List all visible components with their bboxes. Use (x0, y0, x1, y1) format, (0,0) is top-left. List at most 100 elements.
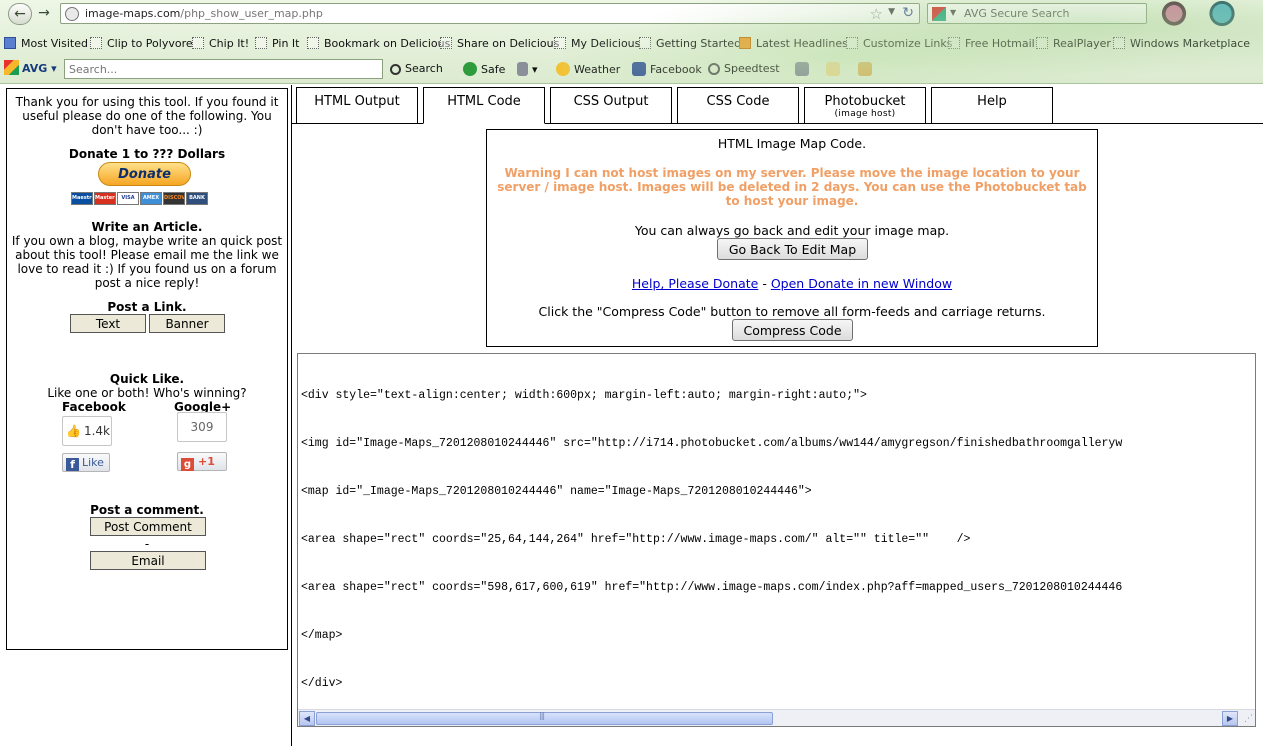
quick-like-heading: Quick Like. (109, 372, 185, 386)
bookmark-label: Customize Links (863, 37, 953, 50)
bookmark-label: Most Visited (21, 37, 88, 50)
shield-check-icon (463, 62, 477, 76)
dash-separator: - (144, 537, 150, 551)
go-back-edit-button[interactable]: Go Back To Edit Map (717, 238, 868, 260)
screen-capture-button[interactable] (858, 62, 876, 76)
bookmarks-bar: Most Visited Clip to Polyvore Chip It! P… (0, 34, 1263, 54)
tab-label: Photobucket (824, 94, 906, 109)
quick-like-text: Like one or both! Who's winning? (47, 386, 247, 400)
browser-chrome: ← → image-maps.com/php_show_user_map.php… (0, 0, 1263, 84)
back-icon[interactable]: ← (8, 3, 32, 25)
facebook-like-button[interactable]: f Like (62, 453, 110, 472)
bookmark-clip-to-polyvore[interactable]: Clip to Polyvore (90, 37, 193, 50)
tab-html-output[interactable]: HTML Output (296, 87, 418, 124)
bookmark-getting-started[interactable]: Getting Started (639, 37, 741, 50)
tab-photobucket[interactable]: Photobucket (image host) (804, 87, 926, 124)
avg-safe-label: Safe (481, 63, 506, 76)
help-donate-link[interactable]: Help, Please Donate (632, 276, 758, 291)
avg-search-input[interactable] (64, 59, 383, 79)
open-donate-window-link[interactable]: Open Donate in new Window (771, 276, 952, 291)
tab-css-output[interactable]: CSS Output (550, 87, 672, 124)
compress-text: Click the "Compress Code" button to remo… (538, 304, 1046, 319)
resize-grip-icon[interactable]: ⋰ (1244, 714, 1253, 724)
notepad-icon (826, 62, 840, 76)
bookmark-icon (1113, 37, 1125, 49)
trash-icon (517, 62, 528, 76)
code-line: <div style="text-align:center; width:600… (301, 389, 867, 402)
code-line: </map> (301, 629, 343, 642)
bookmark-label: RealPlayer (1053, 37, 1111, 50)
bookmark-most-visited[interactable]: Most Visited (4, 37, 88, 50)
donate-links: Help, Please Donate - Open Donate in new… (487, 276, 1097, 291)
avg-weather-button[interactable]: Weather (556, 62, 620, 76)
donate-heading: Donate 1 to ??? Dollars (68, 147, 226, 161)
horizontal-scrollbar[interactable]: ◀ ▶ ⋰ (298, 709, 1255, 726)
donate-button[interactable]: Donate (98, 162, 191, 186)
bookmark-share-on-delicious[interactable]: Share on Delicious (440, 37, 559, 50)
forward-icon[interactable]: → (34, 3, 54, 25)
tab-label: HTML Code (447, 94, 521, 109)
search-engine-dropdown-icon[interactable]: ▼ (950, 8, 956, 17)
url-bar[interactable]: image-maps.com/php_show_user_map.php ☆ ▼… (60, 3, 920, 24)
reload-icon[interactable]: ↻ (902, 5, 914, 21)
weather-icon (556, 62, 570, 76)
page: Thank you for using this tool. If you fo… (0, 85, 1263, 746)
bookmark-label: Latest Headlines (756, 37, 848, 50)
google-plus-one-button[interactable]: g +1 (177, 452, 227, 471)
avg-safe-button[interactable]: Safe (463, 62, 505, 76)
post-comment-button[interactable]: Post Comment (90, 517, 206, 536)
tab-help[interactable]: Help (931, 87, 1053, 124)
bookmark-realplayer[interactable]: RealPlayer (1036, 37, 1111, 50)
calculator-icon (795, 62, 809, 76)
bookmark-my-delicious[interactable]: My Delicious (554, 37, 640, 50)
tab-css-code[interactable]: CSS Code (677, 87, 799, 124)
left-column: Thank you for using this tool. If you fo… (0, 85, 292, 746)
scrollbar-thumb[interactable] (316, 711, 773, 725)
bookmark-chip-it[interactable]: Chip It! (192, 37, 249, 50)
bookmark-label: Getting Started (656, 37, 742, 50)
browser-search-bar[interactable]: ▼ AVG Secure Search (927, 3, 1147, 24)
facebook-icon (632, 62, 646, 76)
search-engine-label: AVG Secure Search (964, 7, 1070, 20)
avg-speedtest-button[interactable]: Speedtest (708, 62, 780, 75)
compress-code-button[interactable]: Compress Code (732, 319, 853, 341)
info-title: HTML Image Map Code. (717, 136, 867, 151)
html-code-textarea[interactable]: <div style="text-align:center; width:600… (297, 353, 1256, 727)
bookmark-latest-headlines[interactable]: Latest Headlines (739, 37, 848, 50)
tab-label: HTML Output (314, 94, 400, 109)
avg-search-button[interactable]: Search (390, 62, 443, 75)
rss-icon (739, 37, 751, 49)
facebook-like-count: 1.4k (83, 424, 110, 438)
bookmark-icon (639, 37, 651, 49)
maestro-card-icon: Maestro (71, 192, 93, 205)
bookmark-icon (90, 37, 102, 49)
scroll-left-icon[interactable]: ◀ (299, 711, 315, 726)
scroll-right-icon[interactable]: ▶ (1222, 711, 1238, 726)
bookmark-windows-marketplace[interactable]: Windows Marketplace (1113, 37, 1250, 50)
bookmark-star-icon[interactable]: ☆ (870, 5, 883, 23)
avg-logo-icon (4, 60, 19, 75)
calculator-button[interactable] (795, 62, 813, 76)
speedometer-icon (708, 63, 720, 75)
bookmark-customize-links[interactable]: Customize Links (846, 37, 953, 50)
bookmark-on-delicious[interactable]: Bookmark on Delicious (307, 37, 450, 50)
google-plus-count: 309 (190, 420, 214, 434)
bookmark-free-hotmail[interactable]: Free Hotmail (948, 37, 1035, 50)
tab-label: CSS Output (573, 94, 649, 109)
avg-logo[interactable]: AVG ▾ (4, 60, 57, 75)
banner-link-button[interactable]: Banner (149, 314, 225, 333)
notepad-button[interactable] (826, 62, 844, 76)
tab-html-code[interactable]: HTML Code (423, 87, 545, 124)
email-button[interactable]: Email (90, 551, 206, 570)
facebook-like-label: Like (82, 456, 104, 469)
text-link-button[interactable]: Text (70, 314, 146, 333)
avg-facebook-button[interactable]: Facebook (632, 62, 702, 76)
avg-speedtest-label: Speedtest (724, 62, 780, 75)
bookmark-pin-it[interactable]: Pin It (255, 37, 299, 50)
avg-trash-button[interactable]: ▾ (517, 62, 538, 76)
avg-facebook-label: Facebook (650, 63, 702, 76)
url-dropdown-icon[interactable]: ▼ (888, 7, 895, 17)
bookmark-label: Share on Delicious (457, 37, 560, 50)
facebook-like-count-box: 👍 1.4k (62, 416, 112, 446)
bookmark-label: Pin It (272, 37, 300, 50)
